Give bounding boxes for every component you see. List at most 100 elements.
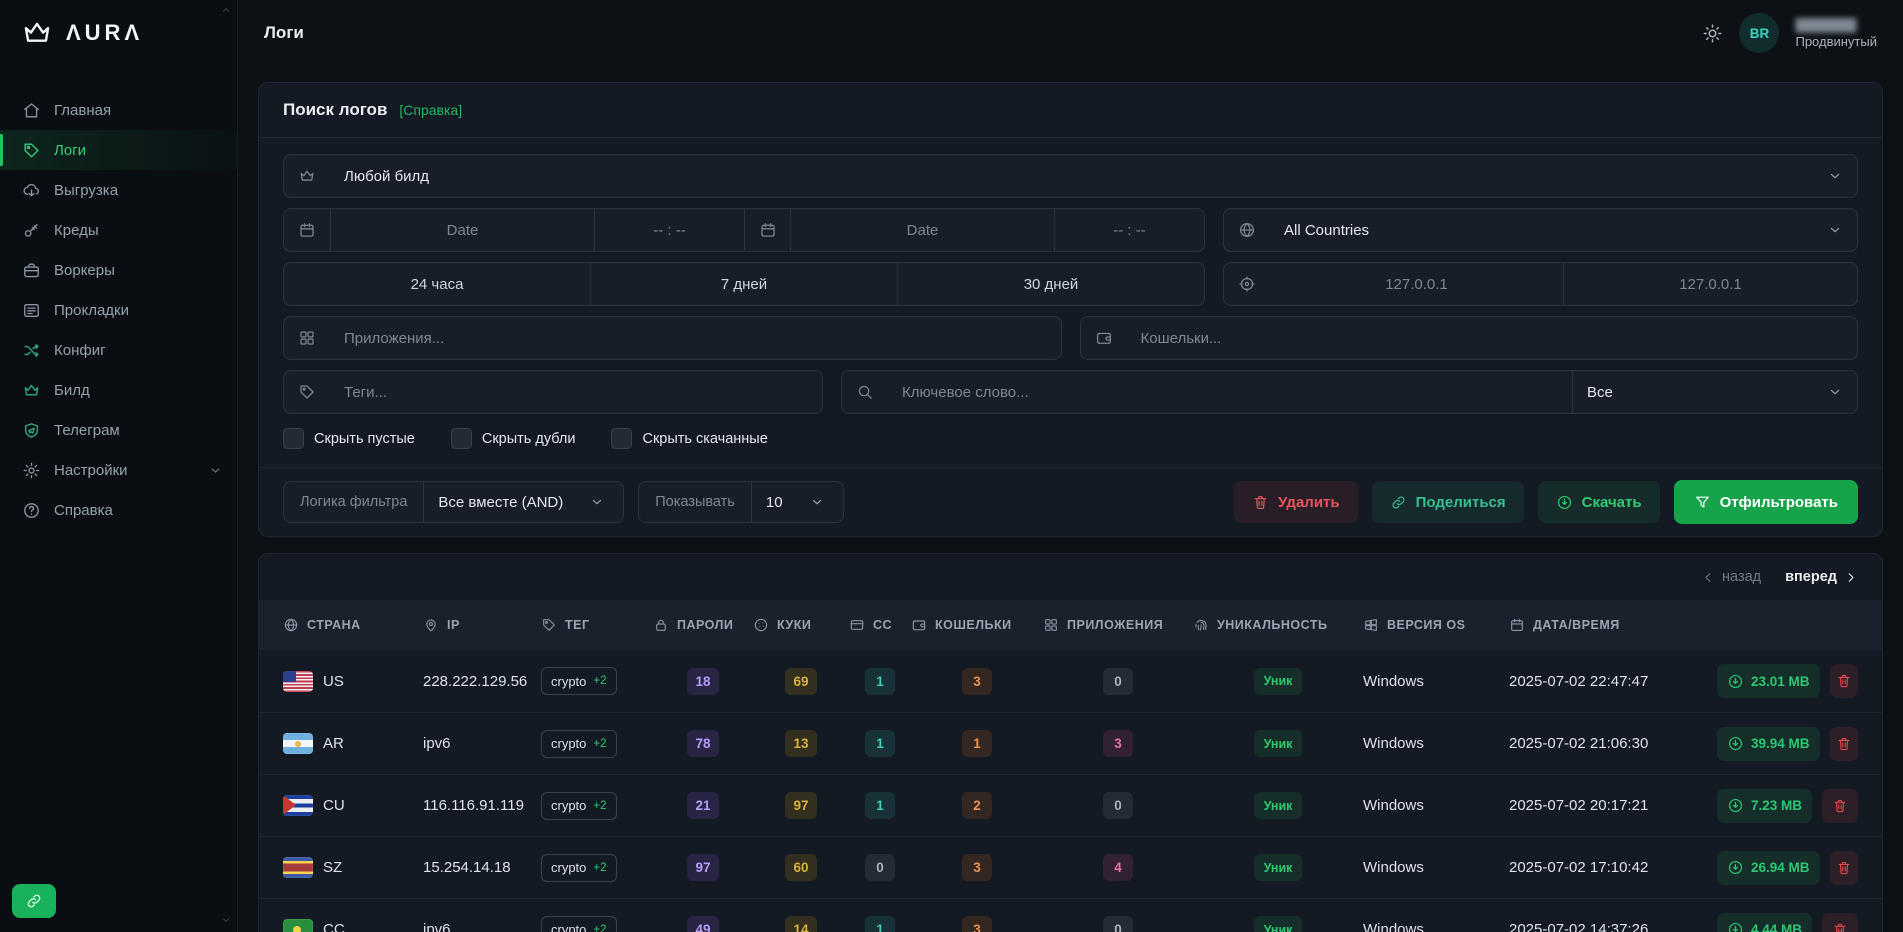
range-7d-button[interactable]: 7 дней: [590, 263, 897, 305]
sidebar-item-help[interactable]: Справка: [0, 490, 237, 530]
page-size-label: Показывать: [639, 482, 752, 522]
delete-log-button[interactable]: [1830, 851, 1858, 885]
avatar[interactable]: BR: [1739, 13, 1779, 53]
sidebar-item-proxies[interactable]: Прокладки: [0, 290, 237, 330]
theme-toggle-button[interactable]: [1702, 23, 1723, 44]
checkbox[interactable]: [283, 428, 304, 449]
hide-downloaded-checkbox[interactable]: Скрыть скачанные: [611, 428, 767, 449]
sidebar-item-workers[interactable]: Воркеры: [0, 250, 237, 290]
user-meta: ████████ Продвинутый: [1795, 18, 1877, 49]
delete-button-label: Удалить: [1278, 494, 1340, 511]
range-24h-button[interactable]: 24 часа: [284, 263, 590, 305]
wallets-badge: 3: [962, 668, 992, 695]
delete-log-button[interactable]: [1822, 789, 1858, 823]
trash-icon: [1832, 922, 1848, 932]
sidebar: ΛURΛ ГлавнаяЛогиВыгрузкаКредыВоркерыПрок…: [0, 0, 238, 932]
download-log-button[interactable]: 4.44 MB: [1717, 913, 1812, 932]
download-log-button[interactable]: 26.94 MB: [1717, 851, 1820, 885]
date-to-input[interactable]: [791, 209, 1054, 251]
sidebar-item-label: Билд: [54, 382, 90, 399]
hide-duplicates-checkbox[interactable]: Скрыть дубли: [451, 428, 576, 449]
tag-badge[interactable]: crypto+2: [541, 792, 617, 820]
help-icon: [22, 501, 41, 520]
time-from-input[interactable]: [595, 209, 744, 251]
country-select[interactable]: All Countries: [1223, 208, 1858, 252]
sidebar-item-export[interactable]: Выгрузка: [0, 170, 237, 210]
share-link-icon: [1390, 494, 1407, 511]
sidebar-item-creds[interactable]: Креды: [0, 210, 237, 250]
chevron-down-icon: [208, 463, 223, 478]
sidebar-item-telegram[interactable]: Телеграм: [0, 410, 237, 450]
tag-badge[interactable]: crypto+2: [541, 667, 617, 695]
page-size-value: 10: [766, 494, 783, 511]
range-30d-button[interactable]: 30 дней: [897, 263, 1204, 305]
apps-input[interactable]: [330, 317, 1061, 359]
ip-from-input[interactable]: [1270, 263, 1563, 305]
download-log-button[interactable]: 39.94 MB: [1717, 727, 1820, 761]
ar-flag-icon: [283, 733, 313, 754]
chevron-down-icon: [589, 494, 605, 510]
sidebar-scroll-down-icon[interactable]: [220, 914, 232, 926]
page-size-select[interactable]: 10: [752, 482, 843, 522]
tag-badge[interactable]: crypto+2: [541, 916, 617, 932]
country-code: CU: [323, 797, 345, 814]
country-cell: CC: [283, 919, 423, 932]
apps-badge: 0: [1103, 916, 1133, 932]
table-row: CCipv6crypto+24914130УникWindows2025-07-…: [259, 898, 1882, 932]
sidebar-item-build[interactable]: Билд: [0, 370, 237, 410]
filter-logic-select[interactable]: Все вместе (AND): [424, 482, 623, 522]
sidebar-scroll-up-icon[interactable]: [220, 4, 232, 16]
tag-badge[interactable]: crypto+2: [541, 730, 617, 758]
help-link[interactable]: [Справка]: [399, 102, 462, 118]
delete-log-button[interactable]: [1830, 727, 1858, 761]
download-button[interactable]: Скачать: [1538, 481, 1660, 523]
download-icon: [1727, 859, 1744, 876]
ip-range-bar: [1223, 262, 1858, 306]
wallets-badge: 1: [962, 730, 992, 757]
prev-page-button[interactable]: назад: [1701, 569, 1761, 585]
sidebar-item-config[interactable]: Конфиг: [0, 330, 237, 370]
checkbox[interactable]: [611, 428, 632, 449]
cloud-icon: [22, 181, 41, 200]
keyword-scope-select[interactable]: Все: [1572, 371, 1857, 413]
row-actions: 23.01 MB: [1717, 664, 1858, 698]
page-size-combo: Показывать 10: [638, 481, 843, 523]
filter-logic-value: Все вместе (AND): [438, 494, 563, 511]
delete-log-button[interactable]: [1822, 913, 1858, 932]
delete-log-button[interactable]: [1830, 664, 1858, 698]
main-area: Логи BR ████████ Продвинутый Поиск логов…: [238, 0, 1903, 932]
checkbox[interactable]: [451, 428, 472, 449]
chevron-left-icon: [1701, 570, 1716, 585]
chevron-down-icon: [809, 494, 825, 510]
download-icon: [1727, 735, 1744, 752]
apply-filter-button[interactable]: Отфильтровать: [1674, 480, 1858, 524]
row-actions: 4.44 MB: [1717, 913, 1858, 932]
cu-flag-icon: [283, 795, 313, 816]
chevron-down-icon: [1827, 222, 1843, 238]
sidebar-item-logs[interactable]: Логи: [0, 130, 237, 170]
build-select[interactable]: Любой билд: [283, 154, 1858, 198]
checkbox-label: Скрыть скачанные: [642, 431, 767, 447]
trash-icon: [1836, 860, 1852, 876]
date-from-input[interactable]: [331, 209, 594, 251]
wallets-input[interactable]: [1127, 317, 1858, 359]
hide-empty-checkbox[interactable]: Скрыть пустые: [283, 428, 415, 449]
calendar-icon: [284, 209, 330, 251]
download-log-button[interactable]: 7.23 MB: [1717, 789, 1812, 823]
cc-badge: 1: [865, 730, 895, 757]
ip-to-input[interactable]: [1564, 263, 1857, 305]
target-icon: [1224, 263, 1270, 305]
share-button[interactable]: Поделиться: [1372, 481, 1524, 523]
time-to-input[interactable]: [1055, 209, 1204, 251]
build-select-value: Любой билд: [330, 168, 1827, 185]
delete-button[interactable]: Удалить: [1234, 481, 1358, 523]
download-log-button[interactable]: 23.01 MB: [1717, 664, 1820, 698]
tags-input[interactable]: [330, 371, 822, 413]
link-fab-button[interactable]: [12, 884, 56, 918]
sidebar-item-settings[interactable]: Настройки: [0, 450, 237, 490]
next-page-button[interactable]: вперед: [1785, 569, 1858, 585]
table-row: CU116.116.91.119crypto+22197120УникWindo…: [259, 774, 1882, 836]
keyword-input[interactable]: [888, 371, 1572, 413]
sidebar-item-home[interactable]: Главная: [0, 90, 237, 130]
tag-badge[interactable]: crypto+2: [541, 854, 617, 882]
